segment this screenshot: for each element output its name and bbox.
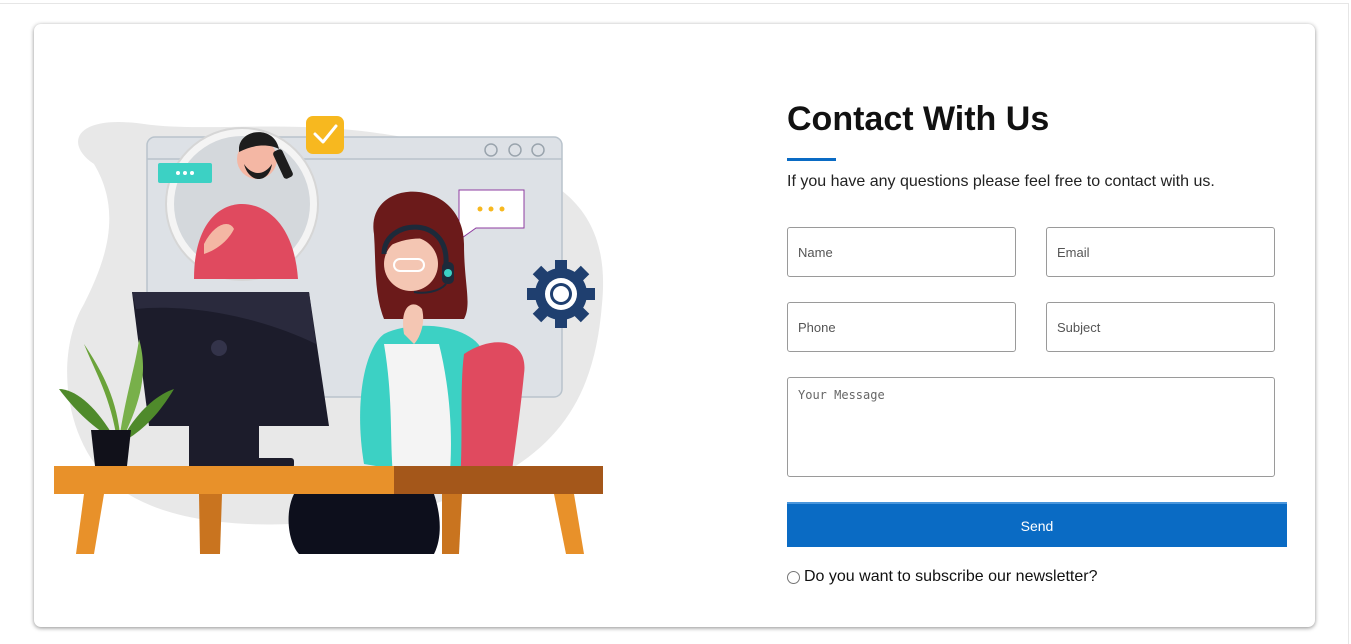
email-input[interactable] [1046,227,1275,277]
page-title: Contact With Us [787,100,1050,138]
title-underline [787,158,836,161]
agent-legs [288,494,440,554]
form-subtitle: If you have any questions please feel fr… [787,173,1215,190]
newsletter-label: Do you want to subscribe our newsletter? [804,568,1098,585]
name-input[interactable] [787,227,1016,277]
send-button[interactable]: Send [787,502,1287,547]
page-frame: Contact With Us If you have any question… [0,3,1349,644]
phone-input[interactable] [787,302,1016,352]
newsletter-option[interactable]: Do you want to subscribe our newsletter? [787,568,1097,586]
newsletter-radio[interactable] [787,570,800,584]
caller-avatar [165,127,319,281]
checkmark-badge-icon [306,116,344,154]
subject-input[interactable] [1046,302,1275,352]
gear-icon [527,260,595,328]
message-textarea[interactable] [787,377,1275,477]
support-illustration [54,116,604,554]
contact-card: Contact With Us If you have any question… [34,24,1315,627]
chat-dots-icon [158,163,212,183]
contact-form: Contact With Us If you have any question… [787,24,1307,627]
